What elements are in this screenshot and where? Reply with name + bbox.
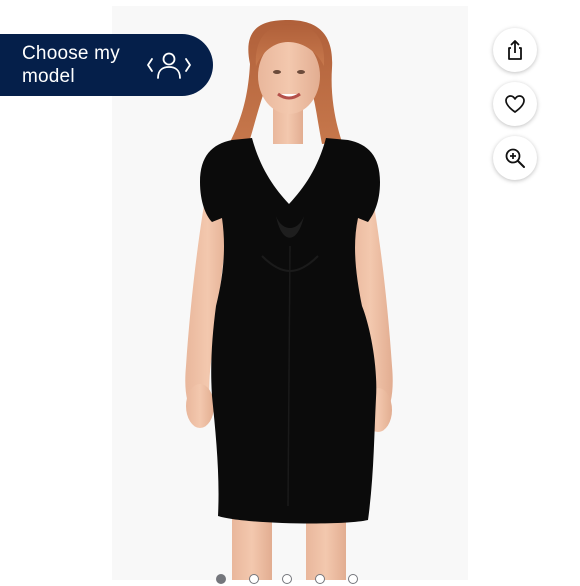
choose-my-model-label: Choose my model	[22, 43, 120, 87]
share-button[interactable]	[493, 28, 537, 72]
choose-my-model-button[interactable]: Choose my model	[0, 34, 213, 96]
carousel-dot[interactable]	[249, 574, 259, 584]
zoom-button[interactable]	[493, 136, 537, 180]
carousel-dots	[216, 574, 366, 586]
share-icon	[508, 40, 522, 60]
carousel-dot[interactable]	[348, 574, 358, 584]
carousel-dot[interactable]	[315, 574, 325, 584]
person-chevrons-icon	[147, 52, 191, 79]
favorite-button[interactable]	[493, 82, 537, 126]
carousel-dot[interactable]	[216, 574, 226, 584]
zoom-in-icon	[505, 148, 525, 168]
heart-icon	[505, 95, 525, 113]
carousel-dot[interactable]	[282, 574, 292, 584]
